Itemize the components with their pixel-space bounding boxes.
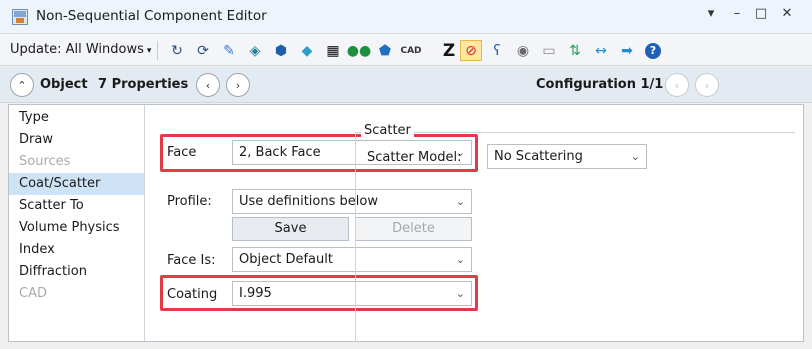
update-label: Update: All Windows — [10, 42, 144, 57]
toggle-icon: ◉ — [516, 42, 530, 59]
face-is-value: Object Default — [239, 252, 333, 267]
object-label: Object — [40, 77, 88, 92]
curve-button[interactable]: ʕ — [486, 40, 508, 61]
help-icon: ? — [645, 42, 661, 59]
curve-icon: ʕ — [493, 42, 501, 59]
toggle-button[interactable]: ◉ — [512, 40, 534, 61]
chevron-down-icon: ⌄ — [630, 150, 640, 163]
configuration-label: Configuration 1/1 — [536, 77, 664, 92]
close-button[interactable]: ✕ — [778, 6, 796, 21]
chevron-right-icon: › — [704, 78, 710, 92]
prev-config-button[interactable]: ‹ — [665, 73, 689, 97]
object-header: ⌃ Object 7 Properties ‹ › Configuration … — [0, 67, 812, 103]
page-icon: ▭ — [542, 42, 556, 59]
window-menu-button[interactable]: ▾ — [702, 6, 720, 21]
nav-item-volume-physics[interactable]: Volume Physics — [9, 217, 144, 239]
save-button[interactable]: Save — [232, 217, 349, 241]
right-arrow-icon: ➡ — [621, 42, 633, 59]
source-icon: ◈ — [249, 42, 261, 59]
collapse-button[interactable]: ⌃ — [10, 73, 34, 97]
grid-button[interactable]: ▦ — [322, 40, 344, 61]
scatter-group-title: Scatter — [361, 123, 414, 138]
nav-item-type[interactable]: Type — [9, 107, 144, 129]
scatter-model-label: Scatter Model: — [367, 150, 462, 165]
shape-icon: ⬟ — [378, 42, 392, 59]
help-button[interactable]: ? — [642, 40, 664, 61]
toolbar: Update: All Windows ▾ ↻ ⟳ ✎ ◈ ⬢ ◆ ▦ ●● ⬟ CAD Z ⊘ ʕ ◉ ▭ ⇅… — [0, 34, 812, 66]
app-icon — [12, 9, 28, 25]
shape-button[interactable]: ⬟ — [374, 40, 396, 61]
arrows-icon: ↔ — [595, 42, 607, 59]
chevron-up-icon: ⌃ — [17, 78, 27, 92]
rotate-icon: ↻ — [171, 42, 183, 59]
nav-item-diffraction[interactable]: Diffraction — [9, 261, 144, 283]
rotate-all-button[interactable]: ⟳ — [192, 40, 214, 61]
prev-property-button[interactable]: ‹ — [196, 73, 220, 97]
property-category-list: Type Draw Sources Coat/Scatter Scatter To Vol… — [9, 105, 145, 341]
toolbar-separator — [157, 41, 158, 60]
nav-item-cad[interactable]: CAD — [9, 283, 144, 305]
lens-icon: ●● — [346, 42, 372, 59]
profile-label: Profile: — [167, 194, 212, 209]
no-button[interactable]: ⊘ — [460, 40, 482, 61]
detector-icon: ◆ — [301, 42, 313, 59]
update-dropdown[interactable]: Update: All Windows ▾ — [10, 42, 151, 57]
source-button[interactable]: ◈ — [244, 40, 266, 61]
title-bar: Non-Sequential Component Editor ▾ – □ ✕ — [0, 0, 812, 34]
nav-item-scatter-to[interactable]: Scatter To — [9, 195, 144, 217]
editor-panel: Type Draw Sources Coat/Scatter Scatter To Vol… — [8, 104, 804, 342]
ray-trace-button[interactable]: ✎ — [218, 40, 240, 61]
object-icon: ⬢ — [274, 42, 288, 59]
nav-item-index[interactable]: Index — [9, 239, 144, 261]
nav-item-draw[interactable]: Draw — [9, 129, 144, 151]
swap-icon: ⇅ — [569, 42, 581, 59]
cad-button[interactable]: CAD — [400, 40, 422, 61]
chevron-left-icon: ‹ — [205, 78, 211, 92]
no-icon: ⊘ — [465, 42, 477, 59]
properties-label: 7 Properties — [98, 77, 189, 92]
z-icon: Z — [442, 40, 456, 61]
chevron-left-icon: ‹ — [674, 78, 680, 92]
next-property-button[interactable]: › — [226, 73, 250, 97]
swap-button[interactable]: ⇅ — [564, 40, 586, 61]
ray-trace-icon: ✎ — [223, 42, 235, 59]
arrows-button[interactable]: ↔ — [590, 40, 612, 61]
nav-item-coat-scatter[interactable]: Coat/Scatter — [9, 173, 144, 195]
window-title: Non-Sequential Component Editor — [36, 8, 267, 24]
scatter-model-value: No Scattering — [494, 149, 583, 164]
grid-icon: ▦ — [326, 42, 340, 59]
rotate-button[interactable]: ↻ — [166, 40, 188, 61]
update-caret-icon: ▾ — [146, 46, 152, 56]
scatter-model-select[interactable]: No Scattering ⌄ — [487, 144, 647, 169]
lens-button[interactable]: ●● — [346, 40, 372, 61]
right-arrow-button[interactable]: ➡ — [616, 40, 638, 61]
detector-button[interactable]: ◆ — [296, 40, 318, 61]
minimize-button[interactable]: – — [728, 6, 746, 21]
chevron-right-icon: › — [235, 78, 241, 92]
maximize-button[interactable]: □ — [752, 6, 770, 21]
page-button[interactable]: ▭ — [538, 40, 560, 61]
next-config-button[interactable]: › — [695, 73, 719, 97]
cad-icon: CAD — [400, 45, 422, 56]
face-is-label: Face Is: — [167, 253, 216, 268]
z-button[interactable]: Z — [438, 40, 460, 61]
nav-item-sources[interactable]: Sources — [9, 151, 144, 173]
rotate-all-icon: ⟳ — [197, 42, 209, 59]
object-button[interactable]: ⬢ — [270, 40, 292, 61]
